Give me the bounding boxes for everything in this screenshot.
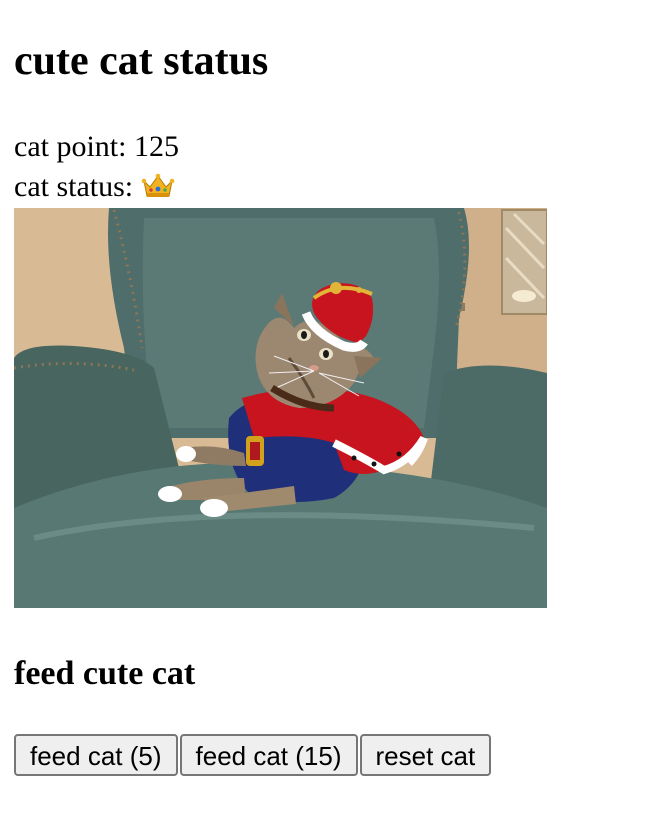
page-title: cute cat status: [14, 38, 269, 84]
reset-cat-button[interactable]: reset cat: [359, 734, 492, 776]
feed-15-button[interactable]: feed cat (15): [179, 734, 358, 776]
cat-point-line: cat point: 125: [14, 127, 179, 167]
feed-button-row: feed cat (5) feed cat (15) reset cat: [14, 734, 493, 778]
crown-icon: [141, 171, 175, 199]
feed-5-button[interactable]: feed cat (5): [14, 734, 178, 776]
feed-section-heading: feed cute cat: [14, 655, 196, 692]
cat-point-label: cat point:: [14, 130, 134, 163]
cat-status-line: cat status:: [14, 167, 175, 207]
cat-photo: [14, 208, 547, 608]
cat-status-label: cat status:: [14, 170, 141, 203]
cat-point-value: 125: [133, 130, 179, 163]
